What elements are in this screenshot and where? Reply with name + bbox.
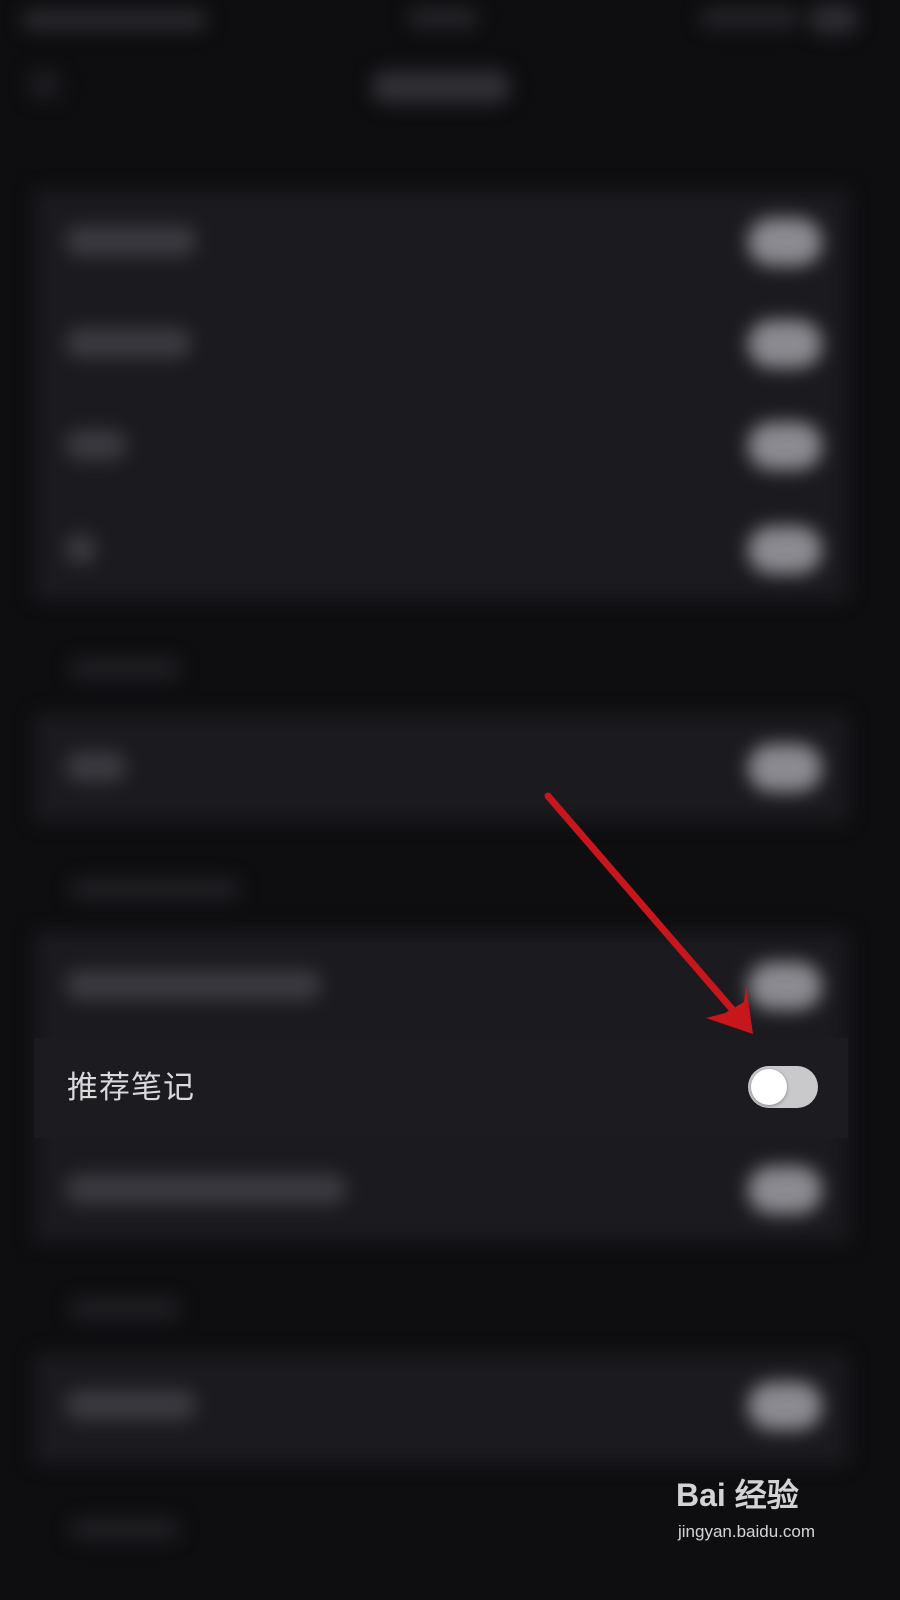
- toggle-switch[interactable]: [748, 744, 822, 792]
- row-label: [66, 1174, 346, 1204]
- recommend-notes-toggle[interactable]: [748, 1066, 818, 1108]
- row-label: [66, 1390, 196, 1420]
- status-bar-center: [408, 8, 478, 28]
- settings-group-4: [34, 1354, 848, 1464]
- row-label: [66, 226, 196, 256]
- watermark-url: jingyan.baidu.com: [678, 1522, 816, 1541]
- section-header: [70, 1298, 180, 1320]
- toggle-knob: [751, 1069, 787, 1105]
- settings-screen: 推荐笔记 Bai 经验 jingyan.baidu.com: [0, 0, 882, 1568]
- row-label: [66, 970, 321, 1000]
- section-header: [70, 878, 240, 900]
- status-bar-signal: [700, 8, 800, 28]
- section-header: [70, 1518, 180, 1540]
- recommend-notes-label: 推荐笔记: [67, 1070, 195, 1106]
- row-label: [66, 430, 126, 460]
- battery-icon: [810, 4, 858, 34]
- row-label: [66, 328, 191, 358]
- row-label: [66, 752, 126, 782]
- page-title: [372, 70, 510, 104]
- toggle-switch[interactable]: [748, 526, 822, 574]
- blurred-background: [0, 0, 882, 1568]
- row-label: [66, 534, 96, 564]
- toggle-switch[interactable]: [748, 962, 822, 1010]
- settings-group-2: [34, 714, 848, 822]
- status-bar-time: [22, 10, 207, 30]
- settings-group-1: [34, 190, 848, 600]
- section-header: [70, 658, 180, 680]
- toggle-switch[interactable]: [748, 218, 822, 266]
- back-icon[interactable]: [30, 70, 60, 100]
- toggle-switch[interactable]: [748, 320, 822, 368]
- watermark-logo: Bai 经验: [676, 1477, 799, 1513]
- recommend-notes-row[interactable]: 推荐笔记: [34, 1038, 848, 1138]
- toggle-switch[interactable]: [748, 1166, 822, 1214]
- toggle-switch[interactable]: [748, 1382, 822, 1430]
- baidu-jingyan-watermark: Bai 经验 jingyan.baidu.com: [676, 1470, 846, 1550]
- toggle-switch[interactable]: [748, 422, 822, 470]
